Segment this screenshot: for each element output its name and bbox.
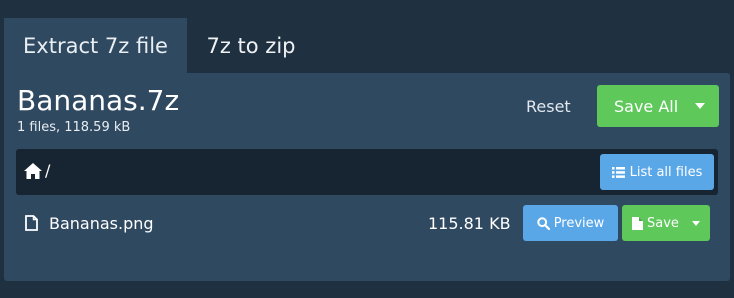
current-path: / bbox=[45, 161, 51, 180]
tab-label: 7z to zip bbox=[206, 33, 296, 58]
search-icon bbox=[536, 216, 550, 230]
save-all-button[interactable]: Save All bbox=[597, 85, 719, 127]
home-icon[interactable] bbox=[23, 162, 43, 180]
tab-label: Extract 7z file bbox=[23, 33, 168, 58]
tab-bar: Extract 7z file 7z to zip bbox=[4, 18, 315, 73]
tab-7z-to-zip[interactable]: 7z to zip bbox=[187, 18, 315, 73]
archive-summary: 1 files, 118.59 kB bbox=[17, 120, 131, 135]
tab-extract-7z-file[interactable]: Extract 7z file bbox=[4, 18, 187, 73]
file-size: 115.81 KB bbox=[428, 214, 511, 233]
list-all-files-label: List all files bbox=[629, 164, 703, 180]
save-label: Save bbox=[647, 215, 679, 231]
list-icon bbox=[611, 166, 625, 178]
save-file-icon bbox=[632, 216, 643, 230]
path-bar: / List all files bbox=[16, 149, 718, 195]
file-name: Bananas.png bbox=[49, 214, 154, 233]
save-all-label: Save All bbox=[614, 96, 679, 116]
archive-name: Bananas.7z bbox=[17, 84, 180, 117]
list-all-files-button[interactable]: List all files bbox=[600, 154, 714, 190]
file-icon bbox=[25, 215, 38, 231]
preview-label: Preview bbox=[553, 215, 605, 231]
save-file-button[interactable]: Save bbox=[622, 205, 710, 241]
caret-down-icon[interactable] bbox=[695, 103, 705, 109]
file-row: Bananas.png 115.81 KB Preview Save bbox=[16, 203, 718, 243]
reset-button[interactable]: Reset bbox=[526, 97, 571, 117]
caret-down-icon[interactable] bbox=[692, 221, 700, 226]
archive-panel: Bananas.7z 1 files, 118.59 kB Reset Save… bbox=[4, 73, 730, 281]
preview-button[interactable]: Preview bbox=[523, 205, 618, 241]
